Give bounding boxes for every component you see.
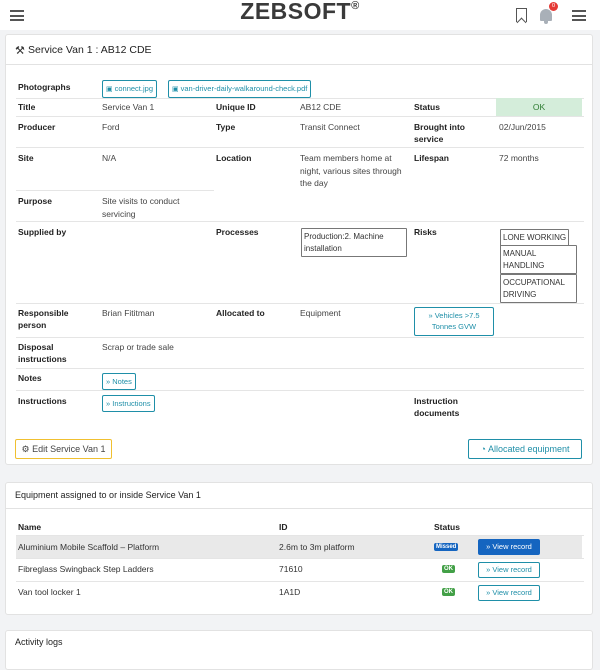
supplied-by-label: Supplied by [18, 227, 67, 237]
equipment-card-title: Equipment assigned to or inside Service … [15, 490, 201, 500]
responsible-person-value: Brian Fititman [102, 308, 155, 318]
equipment-name: Aluminium Mobile Scaffold – Platform [18, 542, 160, 552]
view-record-button[interactable]: » View record [478, 562, 540, 578]
activity-logs-card: Activity logs [5, 630, 593, 670]
risk-tag: OCCUPATIONAL DRIVING [500, 274, 577, 303]
processes-label: Processes [216, 227, 259, 237]
equipment-name: Van tool locker 1 [18, 587, 81, 597]
risk-tag: LONE WORKING [500, 229, 570, 247]
location-value: Team members home at night, various site… [300, 153, 402, 188]
disposal-instructions-value: Scrap or trade sale [102, 342, 174, 352]
image-icon: ▣ [172, 86, 179, 93]
row-divider [16, 368, 584, 369]
allocated-category-link[interactable]: » Vehicles >7.5 Tonnes GVW [414, 307, 494, 336]
photographs-label: Photographs [18, 82, 71, 92]
type-label: Type [216, 122, 236, 132]
allocated-equipment-button[interactable]: ◔ Allocated equipment [468, 439, 582, 459]
status-badge: OK [442, 565, 455, 573]
user-menu-icon[interactable] [572, 10, 586, 21]
row-divider [16, 190, 214, 191]
site-value: N/A [102, 153, 117, 163]
status-badge: Missed [434, 543, 459, 551]
view-record-button[interactable]: » View record [478, 539, 540, 555]
row-divider [16, 147, 584, 148]
table-row[interactable]: Fibreglass Swingback Step Ladders 71610 … [16, 559, 582, 581]
top-bar: ZEBSOFT® 0 [0, 0, 600, 30]
purpose-label: Purpose [18, 196, 53, 206]
purpose-value: Site visits to conduct servicing [102, 196, 180, 219]
brought-into-service-label: Brought into service [414, 122, 465, 144]
edit-record-label: Edit Service Van 1 [32, 444, 106, 454]
equipment-id: 71610 [279, 564, 303, 574]
title-value: Service Van 1 [102, 102, 155, 112]
equipment-name: Fibreglass Swingback Step Ladders [18, 564, 154, 574]
allocated-equipment-label: Allocated equipment [487, 444, 570, 454]
site-label: Site [18, 153, 34, 163]
photo-link-1[interactable]: ▣ connect.jpg [102, 80, 157, 98]
table-row[interactable]: Van tool locker 1 1A1D OK » View record [16, 582, 582, 604]
unique-id-label: Unique ID [216, 102, 256, 112]
brand-mark: ® [351, 0, 360, 12]
bookmark-icon[interactable] [516, 8, 527, 22]
row-divider [16, 221, 584, 222]
disposal-instructions-label: Disposal instructions [18, 342, 67, 364]
equipment-id: 2.6m to 3m platform [279, 542, 355, 552]
status-value: OK [496, 98, 582, 116]
photo-name: connect.jpg [114, 84, 153, 93]
title-label: Title [18, 102, 36, 112]
image-icon: ▣ [106, 86, 113, 93]
lifespan-value: 72 months [499, 153, 539, 163]
allocated-to-label: Allocated to [216, 308, 265, 318]
equipment-card: Equipment assigned to or inside Service … [5, 482, 593, 615]
bell-icon[interactable] [540, 9, 552, 24]
view-record-button[interactable]: » View record [478, 585, 540, 601]
status-label: Status [414, 102, 440, 112]
risk-tag: MANUAL HANDLING [500, 245, 577, 274]
column-header-id: ID [279, 522, 288, 532]
notification-badge: 0 [549, 2, 558, 11]
producer-label: Producer [18, 122, 56, 132]
unique-id-value: AB12 CDE [300, 102, 342, 112]
page-title: Service Van 1 : AB12 CDE [28, 44, 152, 56]
photo-link-2[interactable]: ▣ van-driver-daily-walkaround-check.pdf [168, 80, 312, 98]
equipment-card-header: Equipment assigned to or inside Service … [6, 483, 592, 509]
column-header-status: Status [434, 522, 460, 532]
process-tag: Production:2. Machine installation [301, 228, 407, 257]
notes-label: Notes [18, 373, 42, 383]
status-badge: OK [442, 588, 455, 596]
row-divider [16, 116, 584, 117]
responsible-person-label: Responsible person [18, 308, 69, 330]
record-card-header: ⚒ Service Van 1 : AB12 CDE [6, 35, 592, 65]
row-divider [16, 303, 584, 304]
lifespan-label: Lifespan [414, 153, 449, 163]
instruction-documents-label: Instruction documents [414, 396, 460, 418]
brought-into-service-value: 02/Jun/2015 [499, 122, 546, 132]
row-divider [16, 390, 584, 391]
location-label: Location [216, 153, 252, 163]
equipment-icon: ◔ [480, 444, 486, 454]
record-card: ⚒ Service Van 1 : AB12 CDE Photographs ▣… [5, 34, 593, 465]
edit-icon: ⚙ [21, 444, 30, 454]
column-header-name: Name [18, 522, 42, 532]
brand-name: ZEBSOFT [240, 0, 352, 24]
allocated-to-value: Equipment [300, 308, 341, 318]
tools-icon: ⚒ [15, 45, 25, 57]
type-value: Transit Connect [300, 122, 360, 132]
instructions-label: Instructions [18, 396, 67, 406]
edit-record-button[interactable]: ⚙ Edit Service Van 1 [15, 439, 112, 459]
table-row[interactable]: Aluminium Mobile Scaffold – Platform 2.6… [16, 536, 582, 558]
risks-label: Risks [414, 227, 437, 237]
activity-logs-title: Activity logs [15, 637, 63, 647]
instructions-link[interactable]: » Instructions [102, 395, 155, 412]
photo-name: van-driver-daily-walkaround-check.pdf [180, 84, 308, 93]
row-divider [16, 337, 584, 338]
producer-value: Ford [102, 122, 120, 132]
equipment-id: 1A1D [279, 587, 301, 597]
brand-logo[interactable]: ZEBSOFT® [0, 0, 600, 25]
notes-link[interactable]: » Notes [102, 373, 136, 390]
